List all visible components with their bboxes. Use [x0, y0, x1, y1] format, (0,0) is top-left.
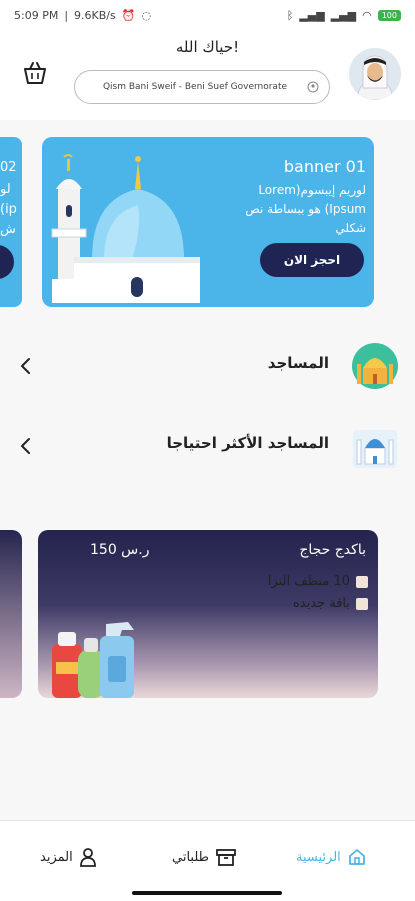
- wifi-icon: ◠: [362, 8, 372, 22]
- mosque-illustration: [51, 154, 200, 303]
- nav-orders[interactable]: طلباتي: [172, 847, 237, 867]
- avatar-illustration: [349, 48, 401, 100]
- banner-02-button[interactable]: [0, 245, 14, 279]
- package-title: باكدج حجاج: [299, 542, 366, 558]
- banner-02-partial[interactable]: 02 لو (ip ش: [0, 137, 22, 307]
- status-left: 5:09 PM | 9.6KB/s ⏰ ◌: [14, 9, 151, 22]
- nav-more[interactable]: المزيد: [40, 847, 97, 867]
- section-label-needy-mosques: المساجد الأكثر احتياجا: [166, 434, 329, 452]
- home-icon: [348, 849, 365, 865]
- package-card-partial[interactable]: [0, 530, 22, 698]
- status-time: 5:09 PM: [14, 8, 59, 22]
- package-item: باقة جديده: [293, 596, 368, 611]
- nav-home[interactable]: الرئيسية: [296, 847, 367, 867]
- banner-title: banner 01: [283, 157, 366, 176]
- banner-02-title: 02: [0, 160, 17, 175]
- battery-icon: 100: [377, 9, 401, 21]
- banner-02-text-1: لو: [0, 182, 11, 197]
- orders-box-icon: [216, 849, 236, 866]
- nav-orders-label: طلباتي: [172, 849, 209, 865]
- cleaning-products-illustration: [52, 622, 134, 698]
- basket-icon[interactable]: [22, 60, 48, 86]
- section-label-mosques: المساجد: [267, 354, 329, 372]
- signal-icon: ▂▄▆: [299, 8, 325, 22]
- greeting-title: حياك الله!: [175, 38, 240, 56]
- banner-text: لوريم إيبسوم(Lorem Ipsum) هو ببساطة نص ش…: [245, 183, 366, 235]
- bluetooth-icon: ᛒ: [286, 8, 294, 22]
- banner-02-text-3: ش: [0, 222, 16, 237]
- alarm-icon: ⏰: [121, 8, 136, 22]
- location-pin-icon: [307, 81, 319, 93]
- bottom-navigation: الرئيسية طلباتي المزيد: [0, 820, 415, 901]
- status-bar: 5:09 PM | 9.6KB/s ⏰ ◌ ᛒ ▂▄▆ ▂▄▆ ◠ 100: [0, 0, 415, 30]
- banner-01[interactable]: banner 01 لوريم إيبسوم(Lorem Ipsum) هو ب…: [42, 137, 374, 307]
- nav-more-label: المزيد: [40, 849, 73, 865]
- package-card[interactable]: باكدج حجاج 150 ر.س 10 منظف التزا باقة جد…: [38, 530, 378, 698]
- location-text: Qism Bani Sweif - Beni Suef Governorate: [102, 82, 288, 92]
- status-separator: |: [64, 8, 69, 22]
- chevron-left-icon[interactable]: [18, 356, 34, 376]
- package-item-text: 10 منظف التزا: [267, 574, 350, 589]
- chevron-left-icon[interactable]: [18, 436, 34, 456]
- book-now-button[interactable]: احجز الان: [260, 243, 364, 277]
- package-item: 10 منظف التزا: [268, 574, 368, 589]
- nav-home-label: الرئيسية: [296, 849, 341, 865]
- location-field[interactable]: Qism Bani Sweif - Beni Suef Governorate: [74, 70, 330, 104]
- avatar[interactable]: [349, 48, 401, 100]
- section-row-mosques[interactable]: المساجد: [0, 336, 415, 396]
- user-icon: [79, 848, 96, 867]
- item-checkbox: [356, 597, 368, 610]
- signal-icon-2: ▂▄▆: [330, 8, 357, 22]
- package-price: 150 ر.س: [90, 542, 150, 558]
- home-indicator: [132, 891, 282, 895]
- package-item-text: باقة جديده: [292, 596, 350, 611]
- messenger-icon: ◌: [141, 8, 152, 22]
- mosque-dome-icon: [352, 343, 398, 389]
- banner-02-text-2: (ip: [0, 202, 17, 217]
- network-speed: 9.6KB/s: [74, 8, 116, 22]
- mosque-blue-icon: [353, 430, 397, 468]
- item-checkbox: [356, 575, 368, 588]
- section-row-needy-mosques[interactable]: المساجد الأكثر احتياجا: [0, 416, 415, 476]
- status-right: ᛒ ▂▄▆ ▂▄▆ ◠ 100: [287, 9, 401, 22]
